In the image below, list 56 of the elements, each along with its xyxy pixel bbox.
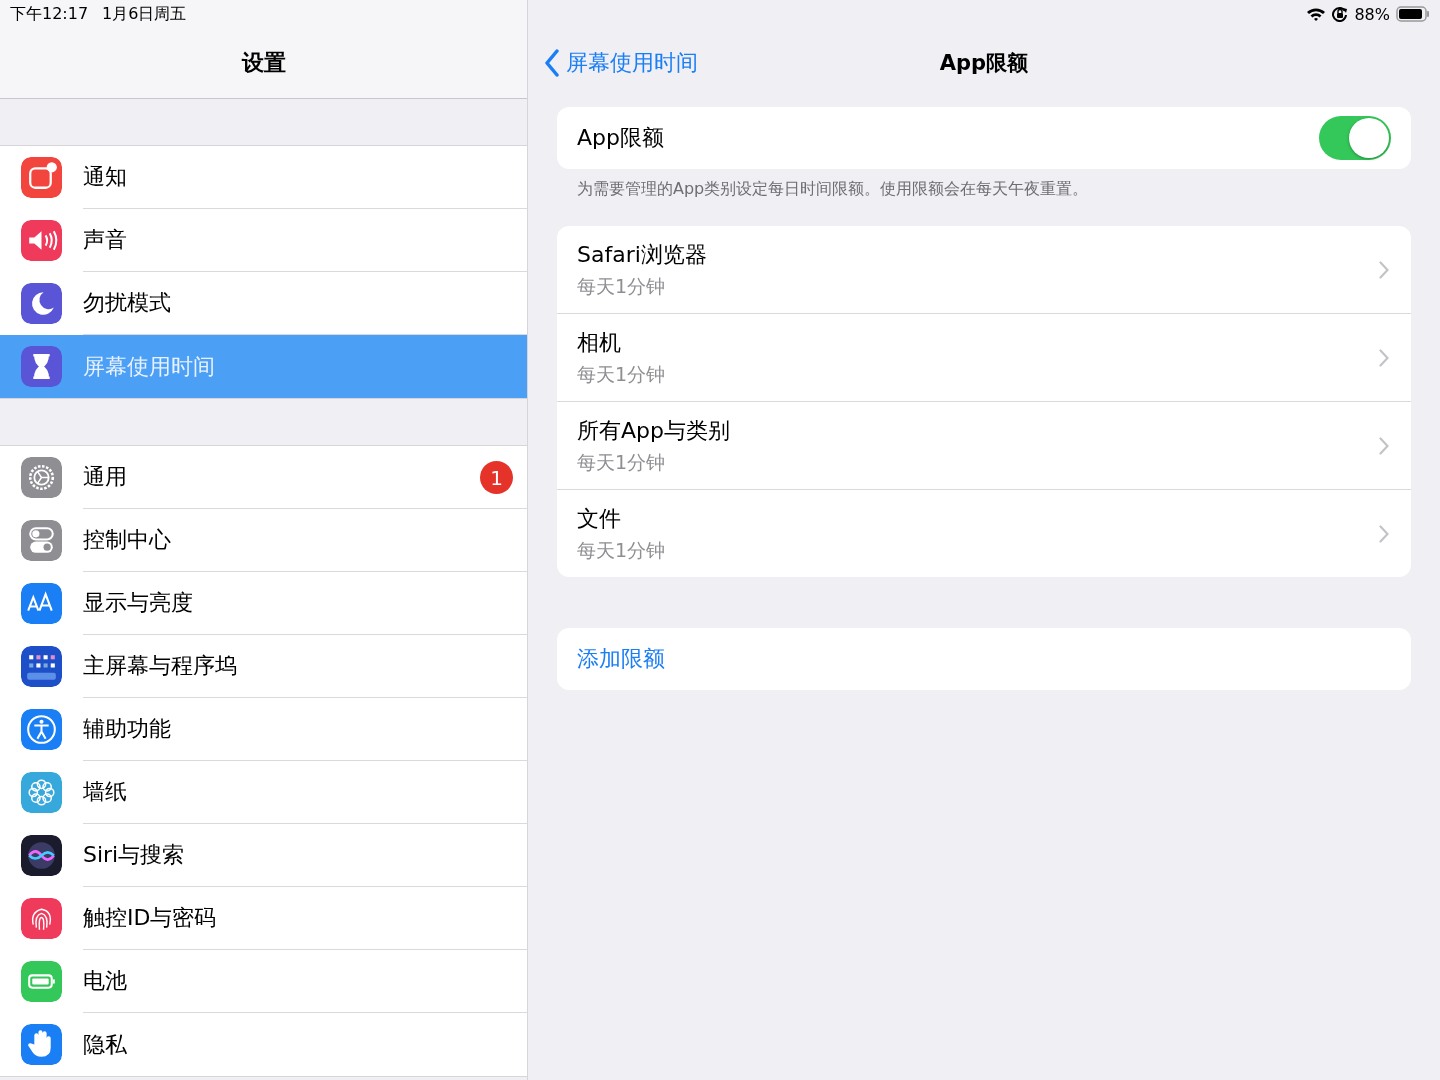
limit-row[interactable]: 相机 每天1分钟	[557, 314, 1411, 402]
limit-subtitle: 每天1分钟	[577, 537, 667, 563]
status-date: 1月6日周五	[102, 3, 187, 25]
settings-item[interactable]: 通知	[0, 146, 527, 209]
chevron-icon	[1379, 524, 1389, 543]
settings-item[interactable]: Siri与搜索	[0, 824, 527, 887]
settings-item[interactable]: 隐私	[0, 1013, 527, 1076]
settings-icon	[21, 646, 62, 687]
limit-row[interactable]: 文件 每天1分钟	[557, 490, 1411, 577]
limit-title: Safari浏览器	[577, 240, 708, 269]
notification-badge: 1	[480, 461, 513, 494]
back-chevron-icon	[544, 49, 560, 77]
limit-subtitle: 每天1分钟	[577, 273, 667, 299]
settings-item[interactable]: 控制中心	[0, 509, 527, 572]
settings-item[interactable]: 电池	[0, 950, 527, 1013]
settings-icon	[21, 520, 62, 561]
limit-title: 相机	[577, 328, 622, 357]
limit-subtitle: 每天1分钟	[577, 449, 667, 475]
settings-item[interactable]: 墙纸	[0, 761, 527, 824]
limit-subtitle: 每天1分钟	[577, 361, 667, 387]
settings-icon	[21, 583, 62, 624]
settings-icon	[21, 961, 62, 1002]
settings-item[interactable]: 通用 1	[0, 446, 527, 509]
settings-item[interactable]: 辅助功能	[0, 698, 527, 761]
rotation-lock-icon	[1332, 6, 1349, 22]
settings-item[interactable]: 主屏幕与程序坞	[0, 635, 527, 698]
settings-icon	[21, 220, 62, 261]
status-time: 下午12:17	[10, 3, 89, 25]
chevron-icon	[1379, 348, 1389, 367]
settings-icon	[21, 283, 62, 324]
sidebar-title: 设置	[240, 49, 287, 77]
add-limit-button[interactable]: 添加限额	[557, 628, 1411, 690]
toggle-switch[interactable]	[1319, 116, 1391, 160]
settings-item[interactable]: 声音	[0, 209, 527, 272]
settings-icon	[21, 457, 62, 498]
footer-note: 为需要管理的App类别设定每日时间限额。使用限额会在每天午夜重置。	[577, 179, 1090, 200]
settings-icon	[21, 157, 62, 198]
settings-item[interactable]: 触控ID与密码	[0, 887, 527, 950]
chevron-icon	[1379, 436, 1389, 455]
settings-item[interactable]: 显示与亮度	[0, 572, 527, 635]
battery-icon	[1396, 6, 1430, 22]
battery-percentage: 88%	[1354, 4, 1390, 24]
limit-row[interactable]: Safari浏览器 每天1分钟	[557, 226, 1411, 314]
settings-icon	[21, 1024, 62, 1065]
toggle-label: App限额	[577, 124, 665, 152]
settings-icon	[21, 709, 62, 750]
settings-icon	[21, 898, 62, 939]
chevron-icon	[1379, 260, 1389, 279]
settings-icon	[21, 835, 62, 876]
limit-row[interactable]: 所有App与类别 每天1分钟	[557, 402, 1411, 490]
page-title: App限额	[939, 51, 1029, 75]
limit-title: 文件	[577, 504, 622, 533]
settings-icon	[21, 346, 62, 387]
settings-icon	[21, 772, 62, 813]
wifi-icon	[1306, 6, 1327, 22]
limit-title: 所有App与类别	[577, 416, 731, 445]
